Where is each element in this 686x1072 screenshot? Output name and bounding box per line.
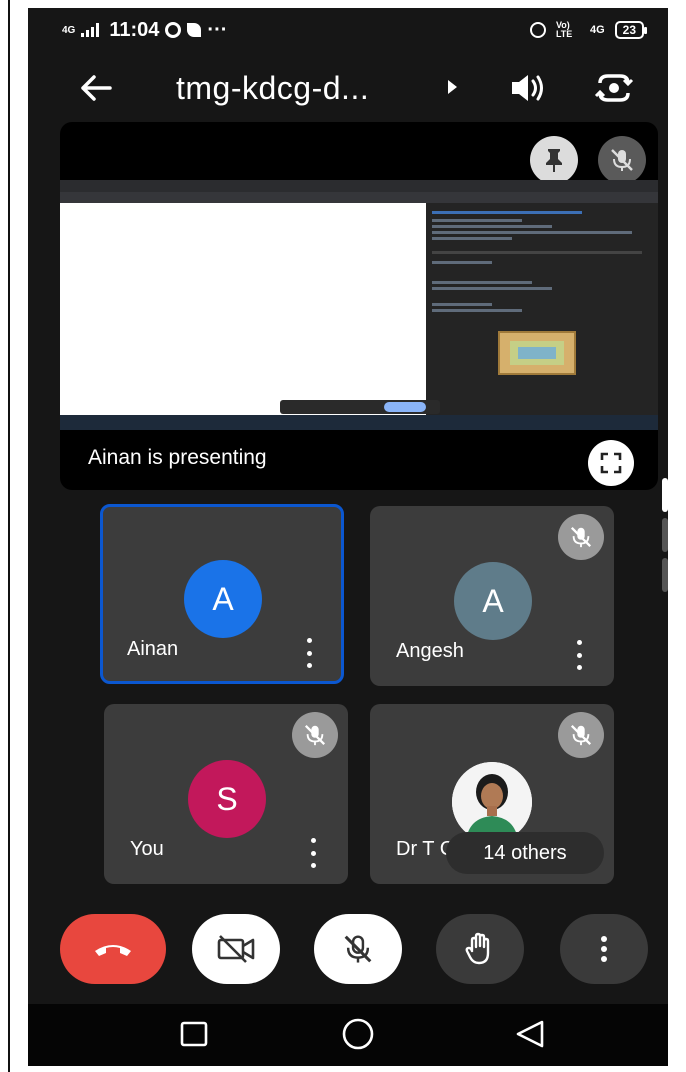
more-options-button[interactable]	[560, 914, 648, 984]
participant-name: Ainan	[127, 638, 179, 660]
phone-hangup-icon	[95, 945, 131, 956]
pin-icon[interactable]	[530, 136, 578, 184]
back-arrow-icon[interactable]	[76, 70, 116, 106]
raise-hand-button[interactable]	[436, 914, 524, 984]
navigation-bar	[28, 1004, 668, 1066]
avatar-initial: A	[482, 582, 504, 619]
fullscreen-icon[interactable]	[588, 440, 634, 486]
box-model-diagram	[498, 331, 576, 375]
windows-taskbar	[60, 415, 658, 430]
scrollbar[interactable]	[662, 468, 668, 592]
avatar: A	[454, 562, 532, 640]
presentation-card[interactable]: Ainan is presenting	[60, 122, 658, 490]
status-time: 11:04	[109, 18, 160, 41]
vertical-dots-icon	[601, 936, 607, 962]
avatar-initial: A	[212, 580, 234, 617]
camera-toggle-button[interactable]	[192, 914, 280, 984]
call-controls	[28, 908, 668, 988]
back-nav-icon[interactable]	[510, 1016, 550, 1052]
meeting-title[interactable]: tmg-kdcg-d...	[176, 70, 369, 107]
avatar-initial: S	[216, 780, 238, 817]
lte-label: Vo) LTE	[555, 20, 573, 39]
phone-screen: 4G 11:04 ··· Vo) LTE 4G 23 tmg-kdcg-d...	[28, 8, 668, 1066]
hand-icon	[465, 932, 490, 965]
recents-icon[interactable]	[174, 1016, 214, 1052]
top-app-bar: tmg-kdcg-d...	[28, 56, 668, 120]
avatar: S	[188, 760, 266, 838]
participant-name: Angesh	[396, 640, 464, 662]
network-type: 4G	[62, 24, 76, 36]
caret-right-icon[interactable]	[448, 80, 457, 94]
browser-address-bar	[60, 192, 658, 203]
browser-tabs	[60, 180, 658, 192]
mic-off-icon	[558, 514, 604, 560]
participant-name: You	[130, 838, 164, 860]
notification-icon	[165, 22, 182, 38]
participant-tile-you[interactable]: S You	[104, 704, 348, 884]
participant-tile-dr-t[interactable]: Dr T C 14 others	[370, 704, 614, 884]
home-icon[interactable]	[338, 1016, 378, 1052]
switch-camera-icon[interactable]	[594, 68, 634, 108]
others-count-pill[interactable]: 14 others	[446, 832, 604, 874]
signal-icon	[81, 23, 100, 37]
mic-off-icon	[598, 136, 646, 184]
profile-photo	[452, 762, 532, 842]
speaker-icon[interactable]	[508, 70, 548, 106]
shared-screen	[60, 180, 658, 430]
leaf-icon	[187, 23, 202, 37]
more-notifications: ···	[207, 18, 228, 41]
more-options-icon[interactable]	[304, 638, 314, 668]
mic-off-icon	[344, 935, 372, 963]
battery-level: 23	[622, 23, 636, 37]
presenting-label: Ainan is presenting	[88, 446, 267, 469]
camera-off-icon	[217, 935, 255, 963]
more-options-icon[interactable]	[574, 640, 584, 670]
battery-icon: 23	[614, 21, 648, 39]
shared-page	[60, 203, 426, 415]
sharing-notice	[280, 400, 440, 414]
participant-tile-angesh[interactable]: A Angesh	[370, 506, 614, 686]
mic-off-icon	[292, 712, 338, 758]
devtools-panel	[426, 203, 658, 415]
status-bar: 4G 11:04 ··· Vo) LTE 4G 23	[28, 8, 668, 52]
more-options-icon[interactable]	[308, 838, 318, 868]
mic-off-icon	[558, 712, 604, 758]
network-type-2: 4G	[589, 24, 605, 36]
alarm-icon	[529, 22, 546, 38]
mic-toggle-button[interactable]	[314, 914, 402, 984]
participant-tile-ainan[interactable]: A Ainan	[100, 504, 344, 684]
hang-up-button[interactable]	[60, 914, 166, 984]
avatar: A	[184, 560, 262, 638]
